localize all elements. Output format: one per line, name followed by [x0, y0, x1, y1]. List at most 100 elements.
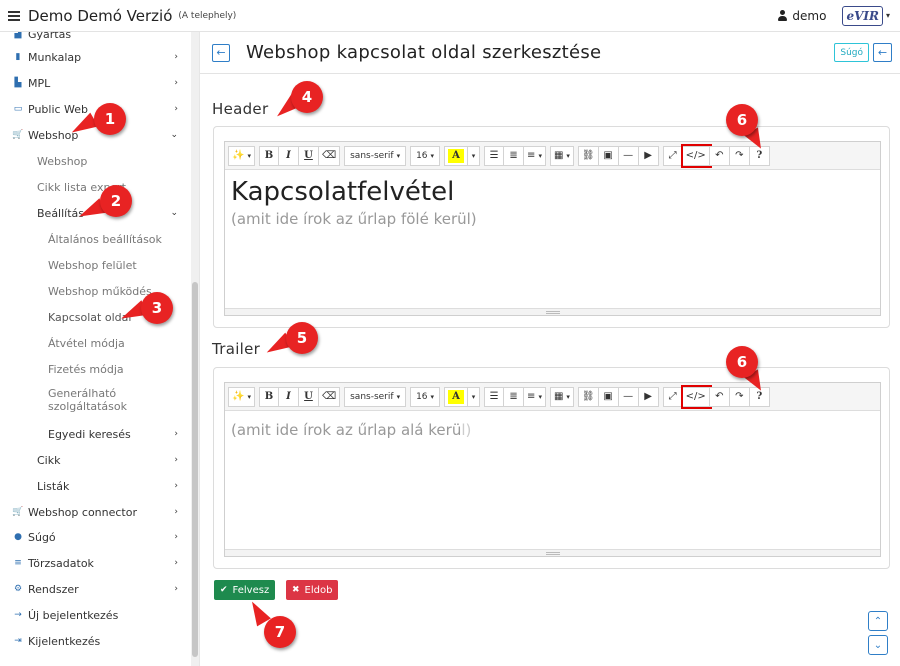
- app-title: Demo Demó Verzió: [28, 6, 173, 25]
- menu-toggle-icon[interactable]: [8, 10, 20, 21]
- question-icon: ●: [14, 532, 22, 542]
- scroll-up-button[interactable]: ⌃: [868, 611, 888, 631]
- top-bar: Demo Demó Verzió (A telephely) demo eVIR…: [0, 0, 900, 32]
- user-menu[interactable]: demo: [777, 9, 826, 23]
- sidebar-item-uj-bejelentkezes[interactable]: → Új bejelentkezés: [0, 607, 192, 623]
- chevron-right-icon: ›: [174, 584, 178, 594]
- magic-icon[interactable]: ✨ ▾: [228, 145, 255, 166]
- sidebar-item-label: Fizetés módja: [48, 362, 124, 376]
- database-icon: ≡: [14, 558, 22, 568]
- link-icon[interactable]: ⛓: [577, 386, 599, 407]
- code-view-button[interactable]: </>: [680, 384, 712, 409]
- ordered-list-icon[interactable]: ≣: [504, 145, 525, 166]
- font-size-select[interactable]: 16 ▾: [410, 145, 441, 166]
- logo: eVIR: [842, 5, 883, 26]
- sidebar-item-cikk-lista-export[interactable]: Cikk lista export: [0, 179, 192, 195]
- highlight-dropdown[interactable]: ▾: [468, 145, 481, 166]
- unordered-list-icon[interactable]: ☰: [484, 386, 505, 407]
- discard-button[interactable]: ✖ Eldob: [286, 580, 339, 600]
- highlight-button[interactable]: A: [444, 386, 469, 407]
- chevron-right-icon: ›: [174, 532, 178, 542]
- sidebar-scrollbar[interactable]: [191, 32, 199, 666]
- sidebar-item-generalhato[interactable]: Generálható szolgáltatások: [0, 386, 140, 414]
- sidebar-item-fizetes-modja[interactable]: Fizetés módja: [0, 361, 192, 377]
- hr-icon[interactable]: —: [618, 145, 639, 166]
- align-button[interactable]: ≡ ▾: [524, 145, 546, 166]
- save-button[interactable]: ✔ Felvesz: [214, 580, 276, 600]
- app-subtitle: (A telephely): [178, 10, 237, 21]
- sidebar-item-atvetel-modja[interactable]: Átvétel módja: [0, 335, 192, 351]
- editor-content[interactable]: Kapcsolatfelvétel (amit ide írok az űrla…: [225, 170, 880, 234]
- font-family-select[interactable]: sans-serif ▾: [344, 386, 407, 407]
- eraser-icon[interactable]: ⌫: [318, 145, 341, 166]
- ordered-list-icon[interactable]: ≣: [504, 386, 525, 407]
- sidebar-item-label: Public Web: [28, 102, 89, 116]
- image-icon[interactable]: ▣: [598, 386, 619, 407]
- font-family-select[interactable]: sans-serif ▾: [344, 145, 407, 166]
- fullscreen-icon[interactable]: ⤢: [662, 145, 683, 166]
- top-right: demo eVIR ▾: [777, 5, 890, 26]
- highlight-button[interactable]: A: [444, 145, 469, 166]
- sidebar-item-rendszer[interactable]: ⚙ Rendszer ›: [0, 581, 192, 597]
- sidebar-item-webshop[interactable]: 🛒 Webshop ⌄: [0, 127, 192, 143]
- align-icon: ≡: [527, 150, 536, 161]
- align-button[interactable]: ≡ ▾: [524, 386, 546, 407]
- eraser-icon[interactable]: ⌫: [318, 386, 341, 407]
- app-switcher[interactable]: eVIR ▾: [842, 5, 890, 26]
- help-button[interactable]: Súgó: [834, 43, 869, 62]
- header-editor[interactable]: ✨ ▾ B I U ⌫ sans-serif ▾ 16 ▾ A ▾ ☰ ≣ ≡ ▾ ▦ ▾…: [224, 141, 881, 316]
- sidebar-item-munkalap[interactable]: ▮ Munkalap ›: [0, 49, 192, 65]
- italic-button[interactable]: I: [278, 386, 299, 407]
- caret-icon: ▾: [471, 392, 476, 401]
- video-icon[interactable]: ▶: [638, 386, 659, 407]
- sidebar-item-webshop-connector[interactable]: 🛒 Webshop connector ›: [0, 504, 192, 520]
- code-view-button[interactable]: </>: [680, 143, 712, 168]
- bold-button[interactable]: B: [258, 386, 279, 407]
- table-button[interactable]: ▦ ▾: [549, 386, 574, 407]
- sidebar-item-kijelentkezes[interactable]: ⇥ Kijelentkezés: [0, 633, 192, 649]
- sidebar-item-webshop-sub[interactable]: Webshop: [0, 153, 192, 169]
- undo-icon[interactable]: ↶: [709, 145, 730, 166]
- header-panel: ✨ ▾ B I U ⌫ sans-serif ▾ 16 ▾ A ▾ ☰ ≣ ≡ ▾ ▦ ▾…: [213, 126, 890, 328]
- underline-button[interactable]: U: [298, 145, 319, 166]
- hr-icon[interactable]: —: [618, 386, 639, 407]
- magic-icon[interactable]: ✨ ▾: [228, 386, 255, 407]
- scrollbar-thumb[interactable]: [192, 282, 198, 657]
- sidebar-item-gyartas[interactable]: ▟ Gyártás: [0, 32, 192, 42]
- back-button[interactable]: ←: [212, 43, 230, 62]
- underline-button[interactable]: U: [298, 386, 319, 407]
- highlight-dropdown[interactable]: ▾: [468, 386, 481, 407]
- fullscreen-icon[interactable]: ⤢: [662, 386, 683, 407]
- sidebar-item-cikk[interactable]: Cikk ›: [0, 452, 192, 468]
- scroll-down-button[interactable]: ⌄: [868, 635, 888, 655]
- unordered-list-icon[interactable]: ☰: [484, 145, 505, 166]
- sidebar-item-webshop-felulet[interactable]: Webshop felület: [0, 257, 192, 273]
- editor-hint: (amit ide írok az űrlap alá kerül): [231, 421, 874, 439]
- caret-icon: ▾: [471, 151, 476, 160]
- video-icon[interactable]: ▶: [638, 145, 659, 166]
- sidebar-item-mpl[interactable]: ▙ MPL ›: [0, 75, 192, 91]
- caret-icon: ▾: [538, 151, 542, 160]
- link-icon[interactable]: ⛓: [577, 145, 599, 166]
- sidebar-item-sugo[interactable]: ● Súgó ›: [0, 529, 192, 545]
- trailer-editor[interactable]: ✨ ▾ B I U ⌫ sans-serif ▾ 16 ▾ A ▾ ☰ ≣ ≡ ▾ ▦ ▾…: [224, 382, 881, 557]
- resize-handle[interactable]: [225, 308, 880, 315]
- redo-icon[interactable]: ↷: [729, 145, 750, 166]
- font-size-label: 16: [416, 150, 428, 161]
- sidebar-item-listak[interactable]: Listák ›: [0, 478, 192, 494]
- sidebar-item-altalanos[interactable]: Általános beállítások: [0, 231, 192, 247]
- sidebar-item-egyedi-kereses[interactable]: Egyedi keresés ›: [0, 426, 192, 442]
- editor-content[interactable]: (amit ide írok az űrlap alá kerül): [225, 411, 880, 445]
- resize-handle[interactable]: [225, 549, 880, 556]
- undo-icon[interactable]: ↶: [709, 386, 730, 407]
- sidebar-item-torzsadatok[interactable]: ≡ Törzsadatok ›: [0, 555, 192, 571]
- table-button[interactable]: ▦ ▾: [549, 145, 574, 166]
- font-size-select[interactable]: 16 ▾: [410, 386, 441, 407]
- sidebar-item-label: Munkalap: [28, 50, 82, 64]
- image-icon[interactable]: ▣: [598, 145, 619, 166]
- italic-button[interactable]: I: [278, 145, 299, 166]
- sidebar-item-label: Cikk: [37, 453, 61, 467]
- back-button-right[interactable]: ←: [873, 43, 892, 62]
- bold-button[interactable]: B: [258, 145, 279, 166]
- redo-icon[interactable]: ↷: [729, 386, 750, 407]
